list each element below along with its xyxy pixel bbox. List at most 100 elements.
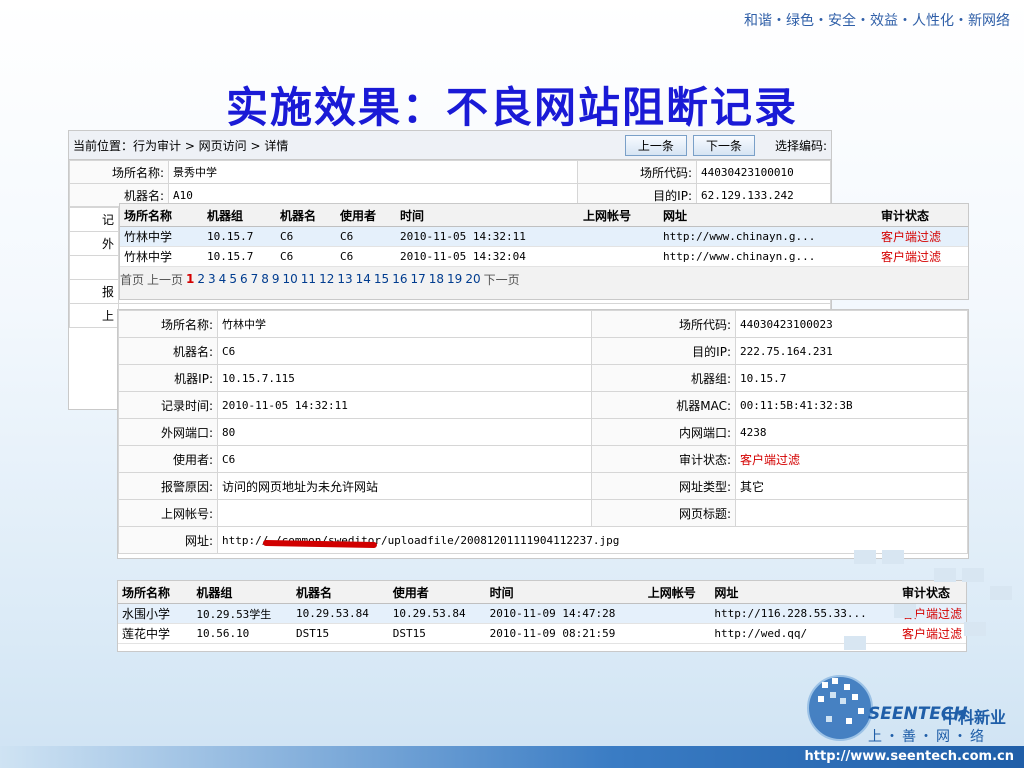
status-cell: 客户端过滤: [877, 246, 968, 267]
cell: 10.29.53.84: [291, 603, 389, 624]
column-header: 机器名: [291, 581, 389, 604]
page-link[interactable]: 15: [374, 272, 389, 286]
page-link[interactable]: 14: [356, 272, 371, 286]
column-header: 上网帐号: [579, 204, 659, 227]
field-label: 场所名称:: [118, 310, 218, 338]
brand-tagline: 上・善・网・络: [868, 729, 987, 745]
cell: 10.56.10: [192, 623, 292, 644]
field-value: 222.75.164.231: [735, 337, 968, 365]
table-row: 场所名称: 景秀中学 场所代码: 44030423100010: [69, 160, 831, 184]
field-label: 机器组:: [591, 364, 736, 392]
field-label: 上: [69, 303, 119, 328]
table-row: 机器IP: 10.15.7.115 机器组: 10.15.7: [118, 364, 968, 392]
field-label: 网址类型:: [591, 472, 736, 500]
field-value: C6: [217, 445, 592, 473]
column-header: 审计状态: [877, 204, 968, 227]
cell: 竹林中学: [120, 226, 203, 247]
brand-cn: 中科新业: [942, 708, 1007, 727]
page-link[interactable]: 16: [392, 272, 407, 286]
record-list-table: 场所名称 机器组 机器名 使用者 时间 上网帐号 网址 审计状态 竹林中学 10…: [120, 204, 968, 267]
field-value: 00:11:5B:41:32:3B: [735, 391, 968, 419]
page-link[interactable]: 20: [465, 272, 480, 286]
column-header: 机器组: [192, 581, 292, 604]
field-label: 使用者:: [118, 445, 218, 473]
field-label: 审计状态:: [591, 445, 736, 473]
page-link[interactable]: 8: [261, 272, 269, 286]
cell: DST15: [291, 623, 389, 644]
page-link[interactable]: 9: [272, 272, 280, 286]
field-value: 景秀中学: [168, 160, 578, 184]
field-label: 网址:: [118, 526, 218, 554]
page-link[interactable]: 5: [229, 272, 237, 286]
field-value: [735, 499, 968, 527]
record-list-panel: 场所名称 机器组 机器名 使用者 时间 上网帐号 网址 审计状态 竹林中学 10…: [119, 203, 969, 300]
cell: 10.29.53.84: [388, 603, 486, 624]
page-link[interactable]: 10: [283, 272, 298, 286]
field-value: 2010-11-05 14:32:11: [217, 391, 592, 419]
pagination: 首页 上一页 1 2 3 4 5 6 7 8 9 10 11 12 13 14 …: [120, 267, 968, 291]
footer-url[interactable]: http://www.seentech.com.cn: [805, 749, 1014, 764]
page-link[interactable]: 17: [410, 272, 425, 286]
cell: 竹林中学: [120, 246, 203, 267]
prev-page-link[interactable]: 上一页: [147, 271, 183, 288]
company-logo: SEENTECH 中科新业 上・善・网・络: [800, 668, 1015, 750]
column-header: 场所名称: [118, 581, 193, 604]
column-header: 上网帐号: [643, 581, 711, 604]
cell: 2010-11-09 08:21:59: [485, 623, 644, 644]
page-link[interactable]: 12: [319, 272, 334, 286]
page-link[interactable]: 11: [301, 272, 316, 286]
next-page-link[interactable]: 下一页: [484, 271, 520, 288]
page-link[interactable]: 7: [251, 272, 259, 286]
field-value: 访问的网页地址为未允许网站: [217, 472, 592, 500]
status-value: 客户端过滤: [735, 445, 968, 473]
column-header: 时间: [396, 204, 579, 227]
field-label: 网页标题:: [591, 499, 736, 527]
cell: [579, 246, 659, 267]
cell: [643, 603, 711, 624]
page-link[interactable]: 18: [429, 272, 444, 286]
field-label: 外: [69, 231, 119, 256]
table-row: 使用者: C6 审计状态: 客户端过滤: [118, 445, 968, 473]
slide-title: 实施效果：不良网站阻断记录: [225, 83, 798, 132]
field-value: 10.15.7: [735, 364, 968, 392]
page-link[interactable]: 19: [447, 272, 462, 286]
record-detail-table: 场所名称: 竹林中学 场所代码: 44030423100023 机器名: C6 …: [118, 310, 968, 554]
prev-record-button[interactable]: 上一条: [624, 134, 687, 156]
table-row: 上网帐号: 网页标题:: [118, 499, 968, 527]
cell: DST15: [388, 623, 486, 644]
field-label: 场所代码:: [577, 160, 697, 184]
breadcrumb: 当前位置：行为审计 > 网页访问 > 详情: [73, 138, 289, 153]
field-label: 目的IP:: [591, 337, 736, 365]
table-row[interactable]: 竹林中学 10.15.7 C6 C6 2010-11-05 14:32:11 h…: [120, 226, 968, 247]
table-row[interactable]: 竹林中学 10.15.7 C6 C6 2010-11-05 14:32:04 h…: [120, 246, 968, 267]
table-row: 报警原因: 访问的网页地址为未允许网站 网址类型: 其它: [118, 472, 968, 500]
url-link[interactable]: http://www.chinayn.g...: [659, 226, 877, 247]
cell: 2010-11-09 14:47:28: [485, 603, 644, 624]
page-link[interactable]: 2: [197, 272, 205, 286]
column-header: 使用者: [336, 204, 396, 227]
field-label: 场所名称:: [69, 160, 169, 184]
field-label: 机器IP:: [118, 364, 218, 392]
field-value: 80: [217, 418, 592, 446]
breadcrumb-bar: 当前位置：行为审计 > 网页访问 > 详情 上一条 下一条 选择编码:: [69, 131, 831, 160]
cell: 10.15.7: [203, 226, 276, 247]
select-code-label: 选择编码:: [774, 138, 827, 153]
page-link[interactable]: 6: [240, 272, 248, 286]
first-page-link[interactable]: 首页: [120, 271, 144, 288]
next-record-button[interactable]: 下一条: [692, 134, 755, 156]
page-link[interactable]: 4: [219, 272, 227, 286]
cell: 莲花中学: [118, 623, 193, 644]
column-header: 场所名称: [120, 204, 203, 227]
slogan: 和谐・绿色・安全・效益・人性化・新网络: [744, 13, 1010, 29]
page-link[interactable]: 3: [208, 272, 216, 286]
url-link[interactable]: http://www.chinayn.g...: [659, 246, 877, 267]
column-header: 使用者: [388, 581, 486, 604]
column-header: 时间: [485, 581, 644, 604]
page-link[interactable]: 13: [337, 272, 352, 286]
cell: C6: [336, 226, 396, 247]
field-label: 场所代码:: [591, 310, 736, 338]
cell: C6: [276, 226, 336, 247]
table-row: 外网端口: 80 内网端口: 4238: [118, 418, 968, 446]
cell: 水围小学: [118, 603, 193, 624]
cell: [579, 226, 659, 247]
